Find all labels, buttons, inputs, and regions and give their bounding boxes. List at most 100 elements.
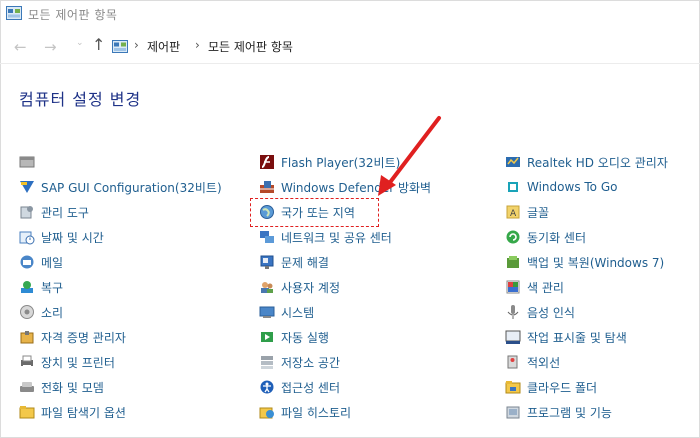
- control-panel-item-label: 접근성 센터: [281, 380, 341, 395]
- control-panel-item[interactable]: 음성 인식: [505, 302, 575, 322]
- control-panel-item-label: 파일 히스토리: [281, 405, 352, 420]
- control-panel-item-label: 작업 표시줄 및 탐색: [527, 330, 627, 345]
- address-bar: ← → ⌄ ↑ › 제어판 › 모든 제어판 항목: [0, 32, 700, 60]
- control-panel-item[interactable]: 저장소 공간: [259, 352, 340, 372]
- control-panel-icon: [6, 6, 22, 20]
- control-panel-item-label: 저장소 공간: [281, 355, 341, 370]
- control-panel-item[interactable]: 시스템: [259, 302, 314, 322]
- control-panel-item-label: Flash Player(32비트): [281, 155, 401, 170]
- control-panel-item[interactable]: 백업 및 복원(Windows 7): [505, 252, 664, 272]
- control-panel-item[interactable]: 네트워크 및 공유 센터: [259, 227, 392, 247]
- forward-arrow-icon[interactable]: →: [44, 38, 57, 56]
- devices-printers-icon: [21, 355, 33, 368]
- control-panel-item-label: 클라우드 폴더: [527, 380, 598, 395]
- control-panel-item-label: 자격 증명 관리자: [41, 330, 126, 345]
- sound-icon: [20, 305, 34, 319]
- fonts-icon: A: [506, 205, 520, 219]
- firewall-icon: [260, 181, 274, 193]
- control-panel-item-label: 글꼴: [527, 205, 550, 220]
- control-panel-item[interactable]: 전화 및 모뎀: [19, 377, 104, 397]
- control-panel-item[interactable]: 관리 도구: [19, 202, 89, 222]
- control-panel-item[interactable]: A 글꼴: [505, 202, 549, 222]
- credential-manager-icon: [20, 331, 34, 344]
- control-panel-item[interactable]: Windows Defender 방화벽: [259, 177, 431, 197]
- backup-restore-icon: [507, 256, 519, 268]
- control-panel-item-label: 전화 및 모뎀: [41, 380, 104, 395]
- title-bar: 모든 제어판 항목: [0, 0, 700, 28]
- control-panel-item[interactable]: 클라우드 폴더: [505, 377, 597, 397]
- breadcrumb-control-panel[interactable]: 제어판: [147, 38, 180, 55]
- sap-gui-icon: [20, 181, 34, 193]
- autoplay-icon: [261, 332, 273, 342]
- control-panel-item[interactable]: 날짜 및 시간: [19, 227, 104, 247]
- control-panel-item-label: SAP GUI Configuration(32비트): [41, 180, 222, 195]
- realtek-audio-icon: [506, 157, 520, 167]
- control-panel-item-label: 날짜 및 시간: [41, 230, 104, 245]
- control-panel-item-label: 장치 및 프린터: [41, 355, 115, 370]
- control-panel-item-label: 색 관리: [527, 280, 564, 295]
- control-panel-item-label: 백업 및 복원(Windows 7): [527, 255, 665, 270]
- control-panel-item[interactable]: 색 관리: [505, 277, 564, 297]
- control-panel-item-label: 프로그램 및 기능: [527, 405, 612, 420]
- control-panel-item-label: Windows Defender 방화벽: [281, 180, 432, 195]
- window-title: 모든 제어판 항목: [28, 8, 118, 22]
- control-panel-item[interactable]: 장치 및 프린터: [19, 352, 115, 372]
- control-panel-item-label: Realtek HD 오디오 관리자: [527, 155, 668, 170]
- control-panel-item[interactable]: 자동 실행: [259, 327, 329, 347]
- control-panel-item[interactable]: 문제 해결: [259, 252, 329, 272]
- control-panel-item[interactable]: 적외선: [505, 352, 560, 372]
- divider: [0, 63, 700, 64]
- storage-spaces-icon: [261, 356, 273, 369]
- control-panel-item-label: 파일 탐색기 옵션: [41, 405, 126, 420]
- highlight-box: [250, 198, 379, 227]
- generic-window-icon: [19, 156, 35, 168]
- sync-center-icon: [506, 230, 520, 244]
- control-panel-item[interactable]: 소리: [19, 302, 63, 322]
- control-panel-item[interactable]: Flash Player(32비트): [259, 152, 400, 172]
- programs-features-icon: [506, 406, 520, 419]
- file-explorer-options-icon: [19, 406, 35, 419]
- troubleshooting-icon: [260, 255, 274, 269]
- control-panel-item[interactable]: 복구: [19, 277, 63, 297]
- control-panel-item-label: Windows To Go: [527, 180, 618, 194]
- svg-text:A: A: [510, 209, 517, 219]
- control-panel-item[interactable]: 사용자 계정: [259, 277, 340, 297]
- control-panel-item-label: 음성 인식: [527, 305, 575, 320]
- control-panel-item[interactable]: [19, 152, 41, 172]
- user-accounts-icon: [261, 282, 273, 293]
- color-management-icon: [506, 280, 520, 294]
- control-panel-item[interactable]: Windows To Go: [505, 177, 617, 197]
- control-panel-item[interactable]: 자격 증명 관리자: [19, 327, 126, 347]
- control-panel-item[interactable]: SAP GUI Configuration(32비트): [19, 177, 222, 197]
- back-arrow-icon[interactable]: ←: [14, 38, 27, 56]
- work-folders-icon: [505, 381, 521, 394]
- control-panel-item-label: 소리: [41, 305, 64, 320]
- ease-of-access-icon: [260, 380, 274, 394]
- control-panel-item[interactable]: 파일 히스토리: [259, 402, 351, 422]
- system-icon: [259, 306, 275, 318]
- control-panel-item-label: 적외선: [527, 355, 561, 370]
- control-panel-item-label: 자동 실행: [281, 330, 329, 345]
- control-panel-item[interactable]: 파일 탐색기 옵션: [19, 402, 126, 422]
- breadcrumb-separator: ›: [134, 38, 139, 52]
- flash-player-icon: [260, 155, 274, 169]
- control-panel-item[interactable]: 동기화 센터: [505, 227, 586, 247]
- control-panel-item[interactable]: 메일: [19, 252, 63, 272]
- control-panel-item[interactable]: 작업 표시줄 및 탐색: [505, 327, 627, 347]
- breadcrumb-all-items[interactable]: 모든 제어판 항목: [208, 38, 293, 55]
- control-panel-item-label: 메일: [41, 255, 64, 270]
- control-panel-icon: [112, 40, 128, 53]
- network-sharing-icon: [260, 231, 274, 243]
- file-history-icon: [259, 407, 274, 419]
- control-panel-item[interactable]: 접근성 센터: [259, 377, 340, 397]
- up-arrow-icon[interactable]: ↑: [92, 35, 105, 54]
- infrared-icon: [507, 355, 518, 369]
- chevron-down-icon[interactable]: ⌄: [76, 38, 84, 48]
- control-panel-item[interactable]: 프로그램 및 기능: [505, 402, 612, 422]
- date-time-icon: [19, 231, 35, 245]
- control-panel-item-label: 관리 도구: [41, 205, 89, 220]
- mail-icon: [20, 255, 34, 269]
- control-panel-item[interactable]: Realtek HD 오디오 관리자: [505, 152, 668, 172]
- control-panel-item-label: 시스템: [281, 305, 315, 320]
- page-title: 컴퓨터 설정 변경: [19, 90, 142, 109]
